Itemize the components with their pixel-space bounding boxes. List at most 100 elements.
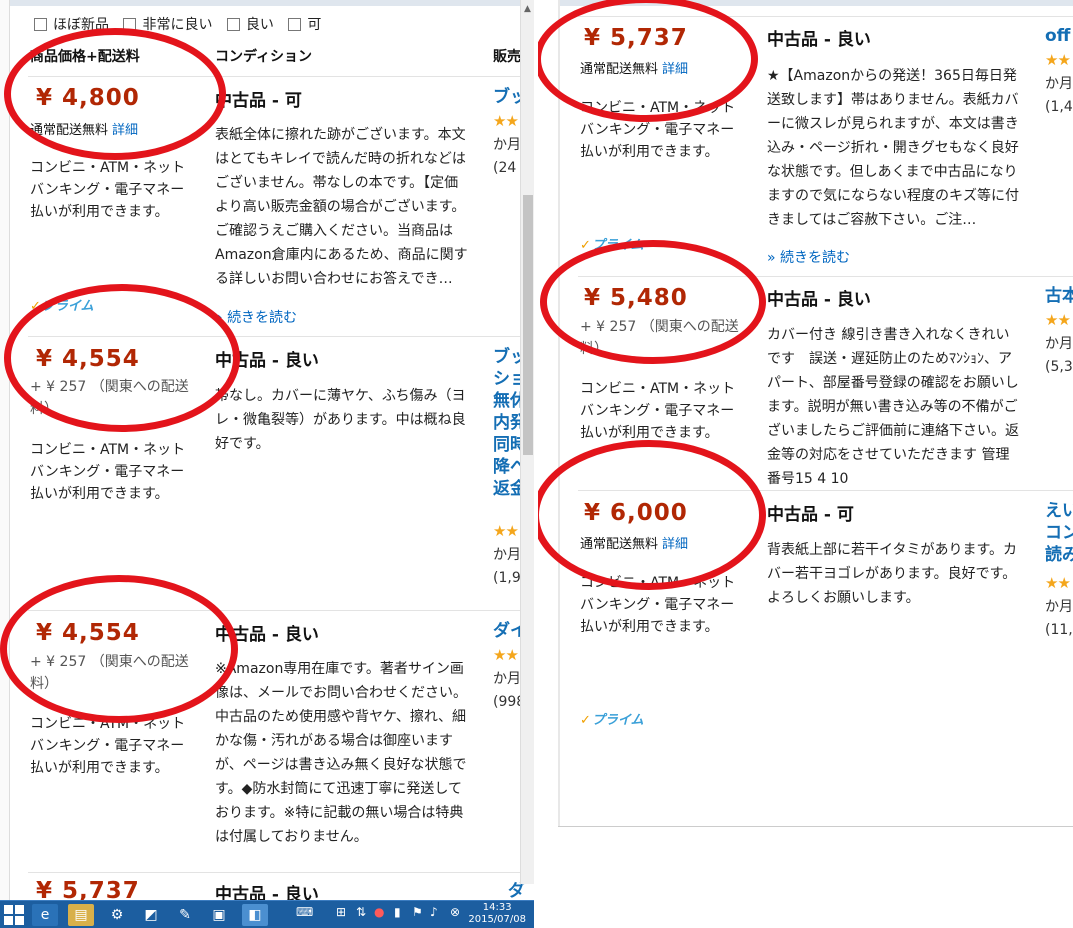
read-more-chevron-icon: » [767,250,781,266]
prime-badge: ✓プライム [580,238,644,253]
scroll-up-arrow-icon[interactable]: ▲ [524,4,531,14]
condition-description: 表紙全体に擦れた跡がございます。本文はとてもキレイで読んだ時の折れなどはございま… [215,127,468,287]
clock-time: 14:33 [482,902,512,913]
right-window-edge [558,0,560,826]
scrollbar-thumb[interactable] [523,195,533,455]
seller-rating-count: (24 [493,160,517,176]
network-icon[interactable]: ⇅ [356,905,366,919]
offer-price: ¥ 6,000 [584,500,688,526]
seller-rating-count: (11, [1045,622,1073,638]
app-icon[interactable]: ⚙ [104,904,130,926]
seller-name-link[interactable]: えい コン 読み [1045,500,1073,566]
condition-label: 中古品 - 良い [215,351,319,371]
seller-rating-period: か月 [493,137,521,153]
filter-checkbox-very-good[interactable] [123,18,137,31]
row-divider [28,872,520,873]
windows-taskbar: e ▤ ⚙ ◩ ✎ ▣ ◧ ⌨ ⊞ ⇅ ● ▮ ⚑ ♪ ⊗ 14:33 2015… [0,900,534,928]
keyboard-icon[interactable]: ⌨ [296,905,313,919]
tray-windows-icon[interactable]: ⊞ [336,905,346,919]
column-header-seller: 販売 [493,49,521,65]
volume-icon[interactable]: ♪ [430,905,438,919]
seller-name-link[interactable]: off [1045,25,1070,47]
row-divider [28,336,520,337]
read-more-link[interactable]: › 続きを読む [217,307,297,327]
filter-checkbox-like-new[interactable] [34,18,47,31]
free-shipping-text: 通常配送無料 [580,537,659,552]
offer-price: ¥ 5,737 [584,25,688,51]
header-divider [28,76,520,77]
column-header-condition: コンディション [215,49,313,65]
prime-badge: ✓プライム [580,713,644,728]
payment-methods-text: コンビニ・ATM・ネットバンキング・電子マネー払いが利用できます。 [580,575,736,635]
shipping-info: 通常配送無料 詳細 [580,533,688,552]
panel-bottom-edge [558,826,1073,827]
seller-rating-count: (1,4 [1045,99,1073,115]
shipping-details-link[interactable]: 詳細 [662,537,688,552]
seller-name-link[interactable]: 古本 [1045,285,1073,307]
row-divider [578,16,1073,17]
condition-label: 中古品 - 良い [215,625,319,645]
free-shipping-text: 通常配送無料 [30,123,109,138]
payment-methods-text: コンビニ・ATM・ネットバンキング・電子マネー払いが利用できます。 [580,100,736,160]
free-shipping-text: 通常配送無料 [580,62,659,77]
payment-methods-text: コンビニ・ATM・ネットバンキング・電子マネー払いが利用できます。 [30,442,186,502]
shipping-info: 通常配送無料 詳細 [30,119,138,138]
shipping-details-link[interactable]: 詳細 [662,62,688,77]
shipping-fee-text: + ¥ 257 （関東への配送料） [30,379,189,417]
prime-check-icon: ✓ [580,713,591,728]
remote-desktop-icon[interactable]: ▣ [206,904,232,926]
internet-explorer-icon[interactable]: e [32,904,58,926]
seller-rating-period: か月 [493,547,521,563]
close-circle-icon[interactable]: ⊗ [450,905,460,919]
highlight-circle [0,575,238,723]
right-screenshot-panel: ¥ 5,737 通常配送無料 詳細 コンビニ・ATM・ネットバンキング・電子マネー… [538,0,1073,928]
row-divider [578,490,1073,491]
vertical-scrollbar[interactable]: ▲ [520,0,534,884]
filter-label-very-good: 非常に良い [142,17,213,33]
offer-price: ¥ 4,800 [36,85,140,111]
left-screenshot-panel: ほぼ新品 非常に良い 良い 可 商品価格+配送料 コンディション 販売 ¥ 4,… [0,0,534,928]
seller-rating-stars-icon: ★★ [1045,574,1071,592]
shipping-info: 通常配送無料 詳細 [580,58,688,77]
condition-description: ★【Amazonからの発送！365日毎日発送致します】帯はありません。表紙カバー… [767,68,1019,228]
file-explorer-icon[interactable]: ▤ [68,904,94,926]
offer-price: ¥ 4,554 [36,620,140,646]
payment-methods-text: コンビニ・ATM・ネットバンキング・電子マネー払いが利用できます。 [580,381,736,441]
seller-rating-stars-icon: ★★ [493,112,519,130]
control-panel-icon[interactable]: ◧ [242,904,268,926]
read-more-link[interactable]: » 続きを読む [767,247,850,267]
filter-label-acceptable: 可 [307,17,322,33]
seller-rating-stars-icon: ★★ [1045,311,1071,329]
start-button-windows-icon[interactable] [4,905,24,925]
condition-filter-row: ほぼ新品 非常に良い 良い 可 [34,14,331,34]
seller-rating-stars-icon: ★★ [1045,51,1071,69]
row-divider [578,276,1073,277]
shipping-fee-text: + ¥ 257 （関東への配送料） [580,319,739,357]
seller-rating-period: か月 [1045,76,1073,92]
seller-rating-count: (1,9 [493,570,521,586]
filter-label-like-new: ほぼ新品 [53,17,109,33]
read-more-chevron-icon: › [217,310,228,326]
filter-checkbox-good[interactable] [226,18,240,31]
app-icon[interactable]: ◩ [138,904,164,926]
condition-description: カバー付き 線引き書き入れなくきれいです 誤送・遅延防止のためﾏﾝｼｮﾝ、アパー… [767,327,1019,487]
seller-rating-count: (5,3 [1045,359,1073,375]
signal-icon[interactable]: ▮ [394,905,401,919]
condition-label: 中古品 - 良い [767,290,871,310]
payment-methods-text: コンビニ・ATM・ネットバンキング・電子マネー払いが利用できます。 [30,160,186,220]
flag-icon[interactable]: ⚑ [412,905,423,919]
column-header-price: 商品価格+配送料 [30,49,140,65]
filter-checkbox-acceptable[interactable] [288,18,302,31]
shipping-details-link[interactable]: 詳細 [112,123,138,138]
condition-label: 中古品 - 可 [215,91,302,111]
seller-rating-period: か月 [1045,336,1073,352]
condition-description: 背表紙上部に若干イタミがあります。カバー若干ヨゴレがあります。良好です。よろしく… [767,542,1018,606]
seller-rating-stars-icon: ★★ [493,646,519,664]
condition-label: 中古品 - 可 [767,505,854,525]
prime-check-icon: ✓ [580,238,591,253]
antivirus-icon[interactable]: ● [374,905,384,919]
filter-label-good: 良い [245,17,274,33]
taskbar-clock[interactable]: 14:33 2015/07/08 [468,902,526,926]
prime-badge: ✓プライム [30,299,94,314]
notepad-icon[interactable]: ✎ [172,904,198,926]
